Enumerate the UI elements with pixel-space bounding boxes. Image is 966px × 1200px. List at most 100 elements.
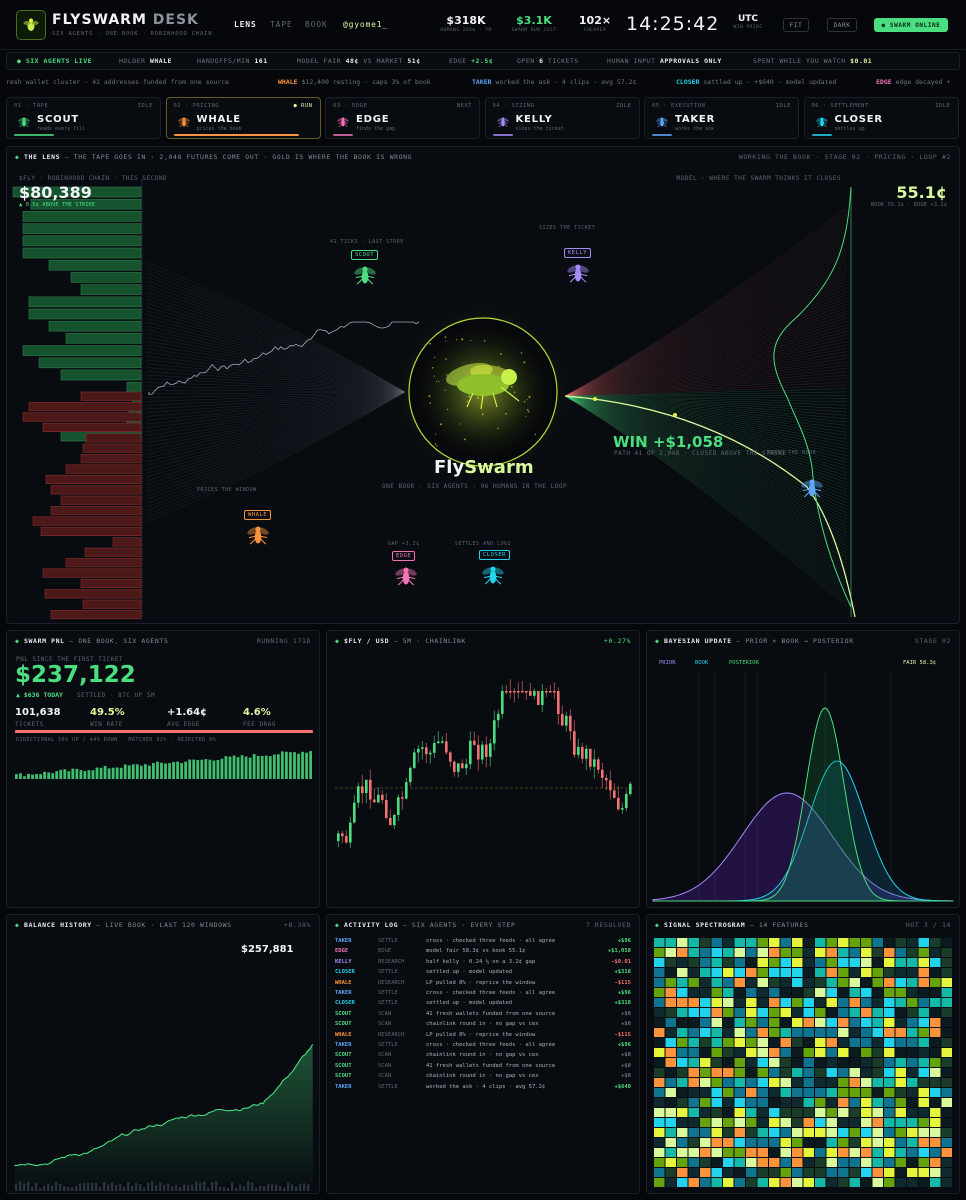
- fly-tag-whale[interactable]: WHALE: [244, 510, 272, 520]
- candle-body: [449, 752, 452, 762]
- volume-bar: [39, 1187, 42, 1191]
- log-row[interactable]: TAKER SETTLE cross · checked three feeds ·…: [335, 990, 631, 1000]
- log-row[interactable]: CLOSER SETTLE settled up · model updated +$…: [335, 1000, 631, 1010]
- log-row[interactable]: TAKER SETTLE worked the ask · 4 clips · av…: [335, 1084, 631, 1094]
- spectro-cell: [826, 1138, 837, 1147]
- stage-card-taker[interactable]: 05 · EXECUTION IDLE TAKER works the ask: [644, 97, 799, 139]
- ask-bar: [82, 599, 142, 609]
- spectro-cell: [884, 1068, 895, 1077]
- volume-bar: [215, 1181, 218, 1191]
- spectro-cell: [907, 1098, 918, 1107]
- candle-body: [589, 748, 592, 767]
- stage-card-edge[interactable]: 03 · EDGE NEXT EDGE finds the gap: [325, 97, 480, 139]
- nav-book[interactable]: BOOK: [305, 20, 327, 29]
- volume-bar: [235, 1187, 238, 1191]
- log-row[interactable]: SCOUT SCAN chainlink round in · no gap vs …: [335, 1052, 631, 1062]
- spectro-cell: [654, 1028, 665, 1037]
- log-row[interactable]: SCOUT SCAN chainlink round in · no gap vs …: [335, 1073, 631, 1083]
- bid-bar: [28, 308, 142, 320]
- log-value: +$1,058: [607, 948, 631, 955]
- fly-tag-edge[interactable]: EDGE: [392, 551, 416, 561]
- nav-lens[interactable]: LENS: [234, 20, 256, 29]
- pnl-bar: [176, 761, 179, 779]
- spectro-subtitle: — 14 FEATURES: [749, 921, 809, 929]
- spectro-cell: [688, 948, 699, 957]
- holder-stat: HOLDER WHALE: [119, 57, 172, 65]
- spectro-cell: [792, 1018, 803, 1027]
- bid-bar: [22, 345, 142, 356]
- spectro-cell: [734, 938, 745, 947]
- nav-tape[interactable]: TAPE: [270, 20, 292, 29]
- agent-fly-icon[interactable]: [245, 522, 271, 548]
- log-row[interactable]: KELLY RESEARCH half kelly · 0.24 ⅓ on a 3.…: [335, 959, 631, 969]
- log-row[interactable]: TAKER SETTLE cross · checked three feeds ·…: [335, 938, 631, 948]
- spectro-cell: [826, 978, 837, 987]
- spectro-cell: [872, 988, 883, 997]
- stage-card-whale[interactable]: 02 · PRICING ● RUN WHALE prices the book: [165, 97, 321, 139]
- stage-card-closer[interactable]: 06 · SETTLEMENT IDLE CLOSER settles up: [803, 97, 959, 139]
- dark-mode-button[interactable]: DARK: [827, 18, 857, 32]
- spectro-cell: [861, 1138, 872, 1147]
- log-row[interactable]: EDGE EDGE model fair 58.3¢ vs book 55.1¢ +$…: [335, 948, 631, 958]
- spectro-cell: [677, 988, 688, 997]
- spark: [466, 400, 469, 403]
- agent-fly-icon[interactable]: [565, 260, 591, 286]
- spectro-cell: [872, 1008, 883, 1017]
- center-subtitle: ONE BOOK · SIX AGENTS · 96 HUMANS IN THE…: [382, 483, 568, 490]
- spectro-cell: [838, 938, 849, 947]
- log-row[interactable]: WHALE RESEARCH LP pulled 8% · reprice the …: [335, 1032, 631, 1042]
- ask-bar: [42, 422, 142, 433]
- agent-fly-icon[interactable]: [352, 262, 378, 288]
- spectro-cell: [826, 938, 837, 947]
- spectro-cell: [918, 998, 929, 1007]
- fly-tag-kelly[interactable]: KELLY: [564, 248, 592, 258]
- log-message: settled up · model updated: [426, 969, 513, 976]
- spectro-cell: [677, 1158, 688, 1167]
- spectro-cell: [665, 978, 676, 987]
- spectro-cell: [930, 1138, 941, 1147]
- spectro-cell: [941, 998, 952, 1007]
- fly-tag-scout[interactable]: SCOUT: [351, 250, 379, 260]
- swarm-online-button[interactable]: ● SWARM ONLINE: [874, 18, 948, 32]
- spectro-cell: [780, 968, 791, 977]
- fit-button[interactable]: FIT: [783, 18, 809, 32]
- agent-fly-icon[interactable]: [480, 562, 506, 588]
- log-row[interactable]: CLOSER SETTLE settled up · model updated +$…: [335, 969, 631, 979]
- spectro-cell: [826, 1098, 837, 1107]
- log-row[interactable]: SCOUT SCAN chainlink round in · no gap vs …: [335, 1021, 631, 1031]
- stage-desc: prices the book: [196, 126, 242, 132]
- spectro-cell: [849, 1048, 860, 1057]
- pnl-bar: [95, 767, 99, 779]
- candle-body: [593, 759, 596, 767]
- candle-body: [381, 794, 384, 800]
- flyswarm-logo[interactable]: [16, 10, 46, 40]
- log-row[interactable]: TAKER SETTLE cross · checked three feeds ·…: [335, 1042, 631, 1052]
- candle-body: [413, 752, 416, 768]
- spectro-cell: [941, 1108, 952, 1117]
- candle-body: [473, 740, 476, 745]
- spectro-cell: [861, 938, 872, 947]
- log-row[interactable]: SCOUT SCAN 41 fresh wallets funded from on…: [335, 1011, 631, 1021]
- stage-card-kelly[interactable]: 04 · SIZING IDLE KELLY sizes the ticket: [484, 97, 640, 139]
- volume-bar: [159, 1182, 162, 1191]
- user-handle[interactable]: @gyome1_: [343, 20, 388, 29]
- candle-body: [441, 741, 444, 743]
- log-row[interactable]: WHALE RESEARCH LP pulled 8% · reprice the …: [335, 980, 631, 990]
- spectro-cell: [941, 1028, 952, 1037]
- agent-fly-icon[interactable]: [393, 563, 419, 589]
- spectro-cell: [838, 1028, 849, 1037]
- spectro-cell: [872, 1068, 883, 1077]
- spectro-cell: [803, 1078, 814, 1087]
- fly-tag-closer[interactable]: CLOSER: [479, 550, 510, 560]
- pnl-bar: [272, 754, 276, 779]
- spectro-cell: [665, 1168, 676, 1177]
- spectro-cell: [849, 998, 860, 1007]
- log-row[interactable]: SCOUT SCAN 41 fresh wallets funded from on…: [335, 1063, 631, 1073]
- agent-fly-icon[interactable]: [799, 475, 825, 501]
- stat-label: SWARM RUN COST: [511, 28, 557, 33]
- bid-bar: [80, 284, 142, 295]
- spectro-cell: [895, 1168, 906, 1177]
- stage-card-scout[interactable]: 01 · TAPE IDLE SCOUT reads every fill: [6, 97, 161, 139]
- log-value: +$96: [617, 938, 631, 944]
- pnl-bar: [248, 757, 252, 779]
